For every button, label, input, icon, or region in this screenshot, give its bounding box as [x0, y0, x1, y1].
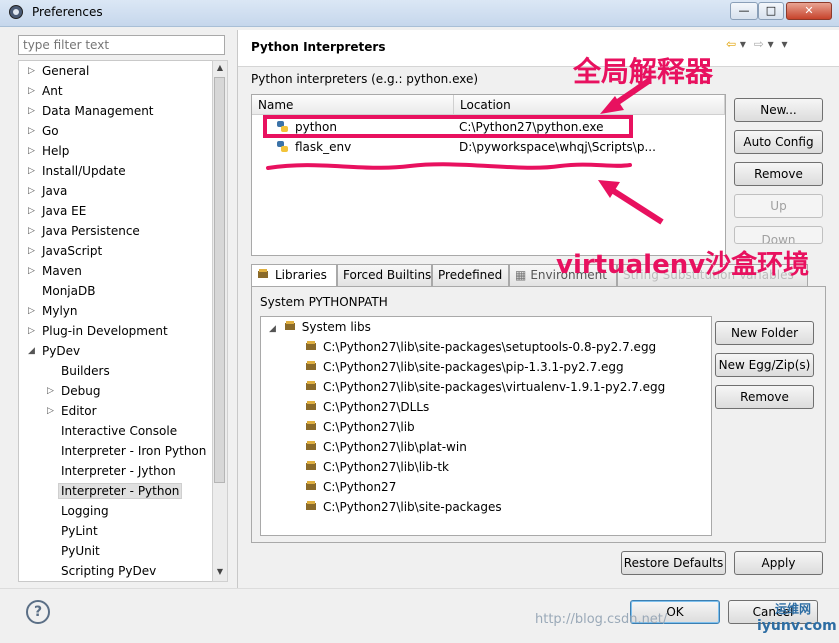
virtualenv-annotation: virtualenv沙盒环境: [556, 250, 810, 280]
watermark-brand: 运维网: [775, 602, 812, 616]
annotation-overlay: [263, 77, 664, 225]
arrow-to-virtualenv: [598, 180, 664, 225]
watermark-url: http://blog.csdn.net/: [535, 612, 668, 627]
virtualenv-underline: [266, 162, 632, 170]
preferences-window: Preferences — □ ✕ ▷General▷Ant▷Data Mana…: [0, 0, 839, 643]
global-interpreter-highlight: [263, 115, 633, 138]
global-interpreter-annotation: 全局解释器: [573, 55, 714, 88]
watermark-domain: iyunv.com: [757, 618, 837, 634]
